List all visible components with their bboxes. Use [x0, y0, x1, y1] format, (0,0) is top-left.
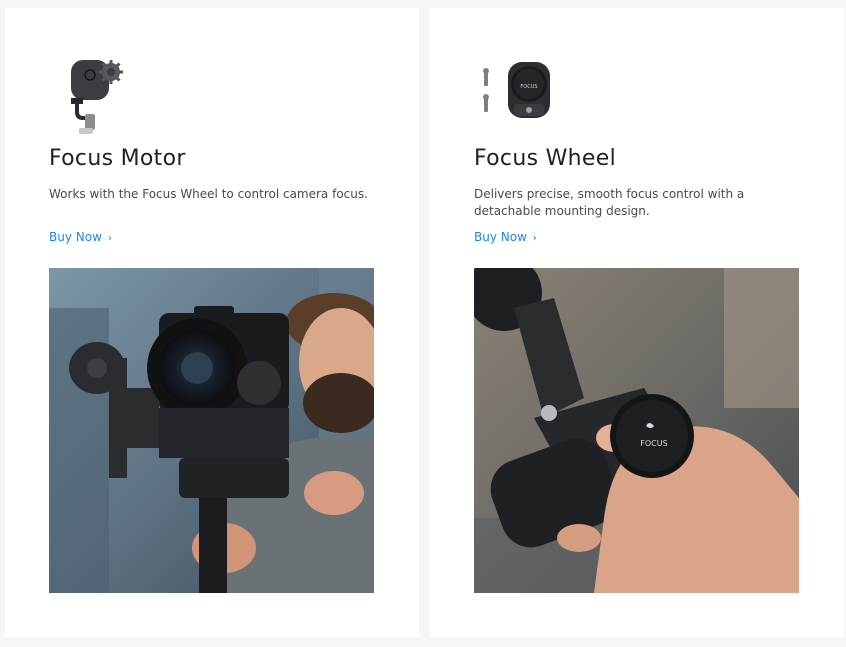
product-card-focus-wheel: FOCUS Focus Wheel Delivers precise, smoo…	[430, 8, 844, 637]
product-description: Works with the Focus Wheel to control ca…	[49, 187, 368, 201]
chevron-right-icon: ›	[532, 233, 537, 244]
focus-wheel-photo: FOCUS	[474, 268, 799, 593]
product-card-focus-motor: Focus Motor Works with the Focus Wheel t…	[5, 8, 419, 637]
product-title: Focus Wheel	[474, 146, 617, 171]
buy-now-label: Buy Now	[49, 230, 102, 244]
focus-motor-icon	[49, 58, 139, 138]
buy-now-label: Buy Now	[474, 230, 527, 244]
focus-motor-photo	[49, 268, 374, 593]
focus-wheel-icon-label: FOCUS	[520, 84, 537, 90]
buy-now-link[interactable]: Buy Now ›	[474, 230, 537, 244]
buy-now-link[interactable]: Buy Now ›	[49, 230, 112, 244]
focus-wheel-icon: FOCUS	[474, 58, 564, 138]
product-title: Focus Motor	[49, 146, 186, 171]
chevron-right-icon: ›	[107, 233, 112, 244]
product-description: Delivers precise, smooth focus control w…	[474, 187, 745, 218]
focus-wheel-photo-label: FOCUS	[640, 439, 667, 448]
